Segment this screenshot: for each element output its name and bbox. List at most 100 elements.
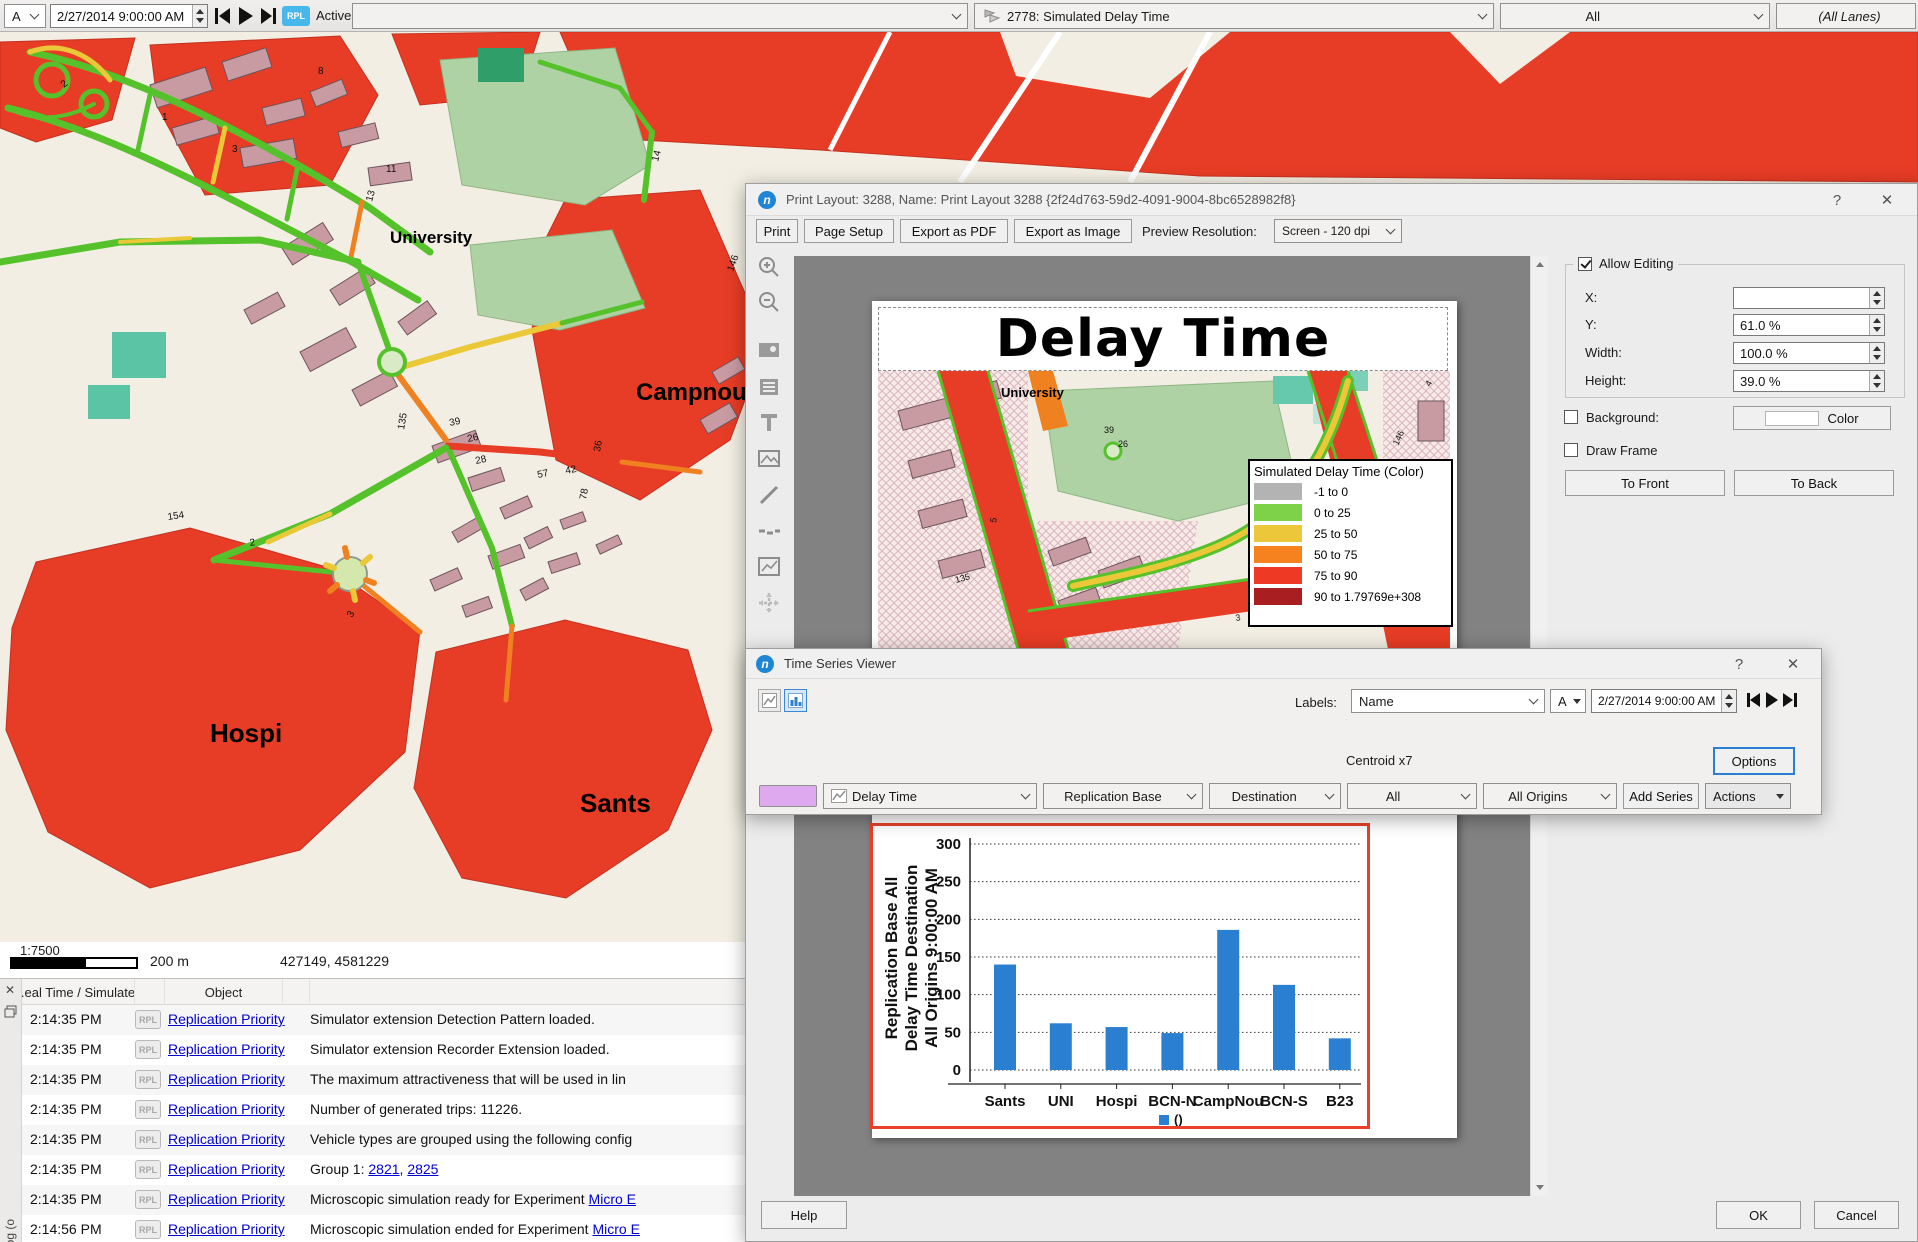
log-header-object[interactable]: Object (165, 979, 283, 1005)
series-attribute-combo[interactable]: Delay Time (823, 783, 1037, 809)
tsv-time-spinner[interactable] (1721, 690, 1736, 712)
tsv-titlebar[interactable]: n Time Series Viewer (746, 649, 1821, 679)
log-object-link[interactable]: Replication Priority (168, 1041, 285, 1057)
simulation-time-field[interactable]: 2/27/2014 9:00:00 AM (50, 4, 208, 28)
y-spinner[interactable] (1869, 315, 1884, 335)
play-icon[interactable] (238, 6, 254, 26)
log-message-link[interactable]: 2825 (407, 1161, 438, 1177)
time-spinner[interactable] (192, 5, 207, 27)
vehicles-combo[interactable]: All (1347, 783, 1477, 809)
close-icon[interactable]: ✕ (1867, 184, 1907, 216)
insert-legend-icon[interactable] (754, 372, 784, 402)
insert-scalebar-icon[interactable] (754, 516, 784, 546)
insert-text-icon[interactable] (754, 408, 784, 438)
log-row[interactable]: 2:14:35 PMRPLReplication PrioritySimulat… (22, 1035, 750, 1065)
log-message-link[interactable]: Micro E (589, 1191, 636, 1207)
log-header-badge[interactable] (135, 979, 165, 1005)
add-series-button[interactable]: Add Series (1623, 783, 1699, 809)
log-object-link[interactable]: Replication Priority (168, 1011, 285, 1027)
log-row[interactable]: 2:14:35 PMRPLReplication PriorityMicrosc… (22, 1185, 750, 1215)
background-color-button[interactable]: Color (1733, 406, 1891, 430)
background-checkbox[interactable] (1564, 410, 1578, 424)
height-spinner[interactable] (1869, 371, 1884, 391)
layout-title-frame[interactable]: Delay Time (878, 307, 1448, 371)
skip-to-start-icon[interactable] (1746, 691, 1762, 709)
layout-chart-item-selected[interactable]: Replication Base AllDelay Time Destinati… (870, 823, 1370, 1129)
zoom-out-icon[interactable] (754, 287, 784, 317)
width-field[interactable]: 100.0 % (1733, 342, 1885, 364)
help-icon[interactable]: ? (1719, 649, 1759, 679)
tsv-view-style-combo[interactable]: A (1550, 689, 1586, 713)
print-layout-titlebar[interactable]: n Print Layout: 3288, Name: Print Layout… (746, 184, 1917, 216)
log-header-time[interactable]: .eal Time / Simulate (22, 979, 135, 1005)
log-object-link[interactable]: Replication Priority (168, 1071, 285, 1087)
draw-frame-checkbox[interactable] (1564, 443, 1578, 457)
bar-chart-toggle[interactable] (784, 689, 807, 712)
export-image-button[interactable]: Export as Image (1014, 219, 1132, 243)
zoom-in-icon[interactable] (754, 252, 784, 282)
close-icon[interactable]: ✕ (5, 983, 15, 997)
preview-resolution-combo[interactable]: Screen - 120 dpi (1274, 219, 1402, 243)
print-button[interactable]: Print (756, 219, 798, 243)
x-spinner[interactable] (1869, 288, 1884, 308)
log-object-link[interactable]: Replication Priority (168, 1131, 285, 1147)
log-row[interactable]: 2:14:35 PMRPLReplication PriorityThe max… (22, 1065, 750, 1095)
to-front-button[interactable]: To Front (1565, 470, 1725, 496)
insert-map-icon[interactable] (754, 336, 784, 366)
log-tab-label[interactable]: Log (o (3, 1219, 17, 1242)
origins-combo[interactable]: All Origins (1483, 783, 1617, 809)
close-icon[interactable]: ✕ (1773, 649, 1813, 679)
log-object-link[interactable]: Replication Priority (168, 1161, 285, 1177)
to-back-button[interactable]: To Back (1734, 470, 1894, 496)
x-field[interactable] (1733, 287, 1885, 309)
labels-combo[interactable]: Name (1351, 689, 1545, 713)
scroll-down-icon[interactable] (1531, 1179, 1548, 1196)
skip-to-start-icon[interactable] (214, 6, 232, 26)
skip-to-end-icon[interactable] (1782, 691, 1798, 709)
insert-image-icon[interactable] (754, 444, 784, 474)
allow-editing-checkbox[interactable] (1578, 257, 1592, 271)
scroll-up-icon[interactable] (1531, 256, 1548, 273)
log-row[interactable]: 2:14:35 PMRPLReplication PriorityVehicle… (22, 1125, 750, 1155)
filter-combo[interactable]: All (1500, 3, 1770, 29)
log-row[interactable]: 2:14:56 PMRPLReplication PriorityMicrosc… (22, 1215, 750, 1242)
log-object-link[interactable]: Replication Priority (168, 1101, 285, 1117)
move-item-icon[interactable] (754, 588, 784, 618)
help-button[interactable]: Help (761, 1201, 847, 1229)
options-button[interactable]: Options (1713, 747, 1795, 775)
page-setup-button[interactable]: Page Setup (804, 219, 894, 243)
layout-legend-item[interactable]: Simulated Delay Time (Color) -1 to 00 to… (1248, 459, 1453, 627)
log-row[interactable]: 2:14:35 PMRPLReplication PrioritySimulat… (22, 1005, 750, 1035)
log-header-message[interactable] (310, 979, 750, 1005)
height-field[interactable]: 39.0 % (1733, 370, 1885, 392)
series-color-swatch[interactable] (759, 785, 817, 807)
ok-button[interactable]: OK (1716, 1201, 1801, 1229)
log-message-link[interactable]: 2821 (368, 1161, 399, 1177)
insert-chart-icon[interactable] (754, 552, 784, 582)
skip-to-end-icon[interactable] (260, 6, 278, 26)
log-row[interactable]: 2:14:35 PMRPLReplication PriorityNumber … (22, 1095, 750, 1125)
log-row[interactable]: 2:14:35 PMRPLReplication PriorityGroup 1… (22, 1155, 750, 1185)
view-mode-combo[interactable]: 2778: Simulated Delay Time (974, 3, 1494, 29)
view-style-value: A (12, 9, 21, 24)
cancel-button[interactable]: Cancel (1814, 1201, 1899, 1229)
y-field[interactable]: 61.0 % (1733, 314, 1885, 336)
log-header-spare[interactable] (283, 979, 310, 1005)
log-object-link[interactable]: Replication Priority (168, 1221, 285, 1237)
view-style-combo[interactable]: A (4, 4, 46, 28)
play-icon[interactable] (1765, 691, 1779, 709)
actions-combo[interactable]: Actions (1705, 783, 1791, 809)
width-spinner[interactable] (1869, 343, 1884, 363)
log-object-link[interactable]: Replication Priority (168, 1191, 285, 1207)
line-chart-toggle[interactable] (758, 689, 781, 712)
task-combo[interactable] (352, 3, 968, 29)
log-message-link[interactable]: Micro E (592, 1221, 639, 1237)
direction-combo[interactable]: Destination (1209, 783, 1341, 809)
insert-line-icon[interactable] (754, 480, 784, 510)
replication-combo[interactable]: Replication Base (1043, 783, 1203, 809)
export-pdf-button[interactable]: Export as PDF (900, 219, 1008, 243)
allow-editing-row[interactable]: Allow Editing (1573, 256, 1678, 271)
float-panel-icon[interactable] (4, 1005, 18, 1018)
tsv-time-field[interactable]: 2/27/2014 9:00:00 AM (1591, 689, 1737, 713)
help-icon[interactable]: ? (1817, 184, 1857, 216)
